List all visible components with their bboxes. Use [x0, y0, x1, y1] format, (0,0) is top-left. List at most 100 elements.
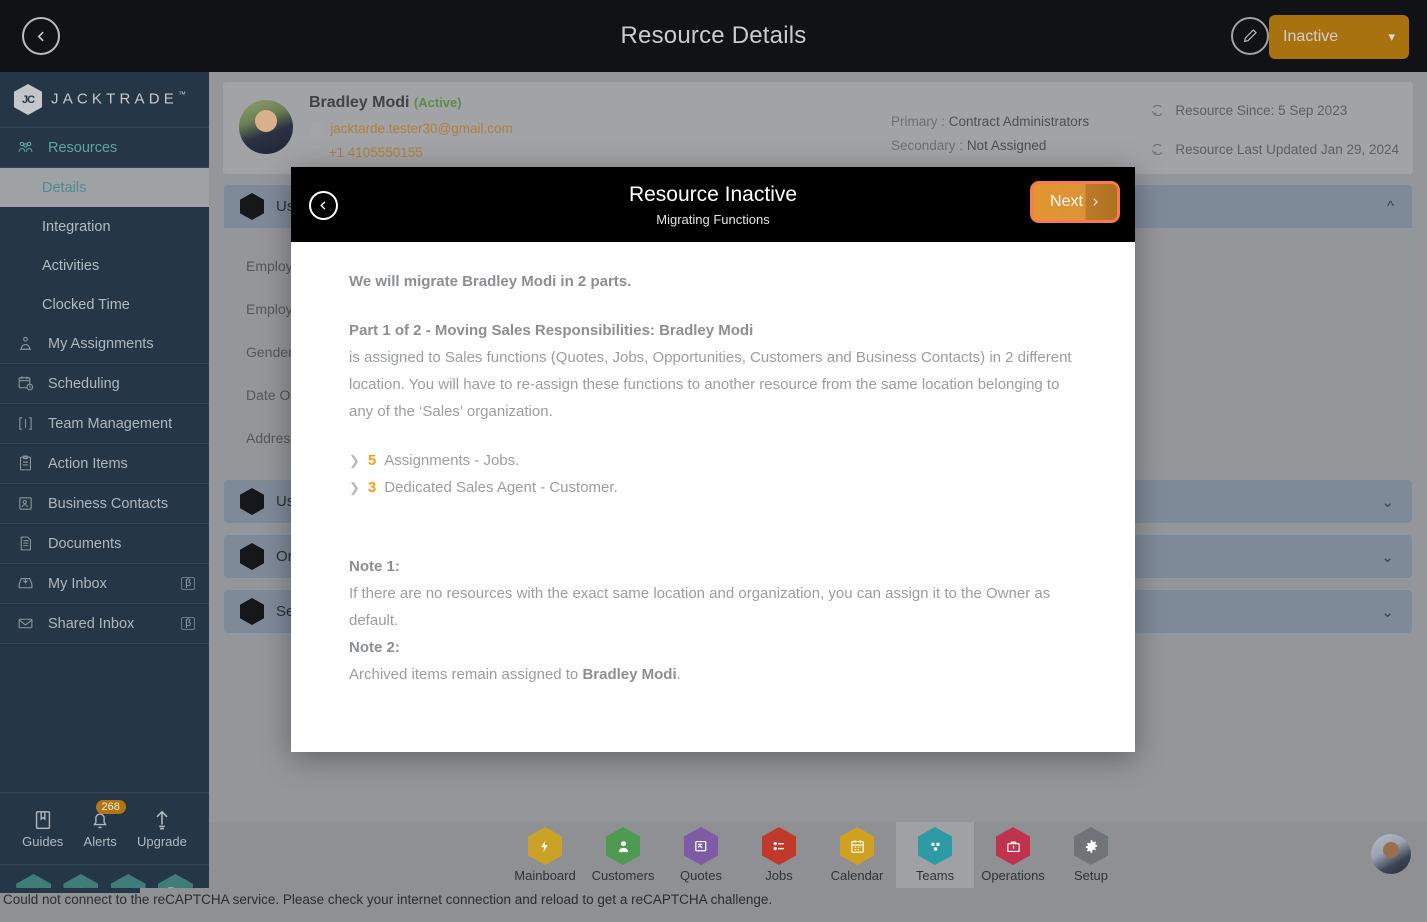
- bottom-nav-label: Setup: [1074, 868, 1108, 883]
- tool-label: Alerts: [83, 833, 117, 849]
- page-title: Resource Details: [620, 22, 807, 49]
- sidebar-item-business-contacts[interactable]: Business Contacts: [0, 484, 209, 524]
- brand-tm: ™: [177, 90, 186, 100]
- sidebar-spacer: [0, 644, 209, 793]
- next-button[interactable]: Next: [1030, 181, 1120, 223]
- chevron-up-icon[interactable]: ^: [1387, 198, 1394, 215]
- sidebar-item-integration[interactable]: Integration: [0, 207, 209, 246]
- modal-title-block: Resource Inactive Migrating Functions: [629, 183, 797, 227]
- secondary-value: Not Assigned: [966, 138, 1047, 153]
- resource-header-card: Bradley Modi (Active) @ jacktarde.tester…: [223, 82, 1413, 174]
- chevron-down-icon[interactable]: ⌄: [1381, 548, 1394, 566]
- operations-icon: [996, 827, 1030, 865]
- sidebar-item-label: Action Items: [48, 455, 128, 472]
- modal-subtitle: Migrating Functions: [656, 211, 770, 227]
- guides-button[interactable]: Guides: [22, 809, 63, 849]
- bottom-nav-jobs[interactable]: Jobs: [740, 822, 818, 888]
- primary-label: Primary :: [891, 114, 945, 129]
- bottom-nav-label: Operations: [981, 868, 1045, 883]
- bottom-nav-mainboard[interactable]: Mainboard: [506, 822, 584, 888]
- sidebar-item-documents[interactable]: Documents: [0, 524, 209, 564]
- upgrade-button[interactable]: Upgrade: [137, 809, 187, 849]
- sidebar-item-team-management[interactable]: Team Management: [0, 404, 209, 444]
- modal-link-row[interactable]: ❯ 5 Assignments - Jobs.: [349, 447, 1077, 474]
- bottom-nav-quotes[interactable]: Quotes: [662, 822, 740, 888]
- modal-body: We will migrate Bradley Modi in 2 parts.…: [291, 242, 1135, 752]
- at-icon: @: [309, 120, 324, 136]
- sidebar-tools: Guides 268 Alerts Upgrade: [0, 793, 209, 865]
- sidebar-item-action-items[interactable]: Action Items: [0, 444, 209, 484]
- setup-icon: [1074, 827, 1108, 865]
- sidebar-item-label: Resources: [48, 139, 118, 156]
- user-avatar[interactable]: [1371, 834, 1411, 874]
- sidebar: JC JACKTRADE™ Resources Details Integrat…: [0, 72, 209, 922]
- modal-intro: We will migrate Bradley Modi in 2 parts.: [349, 273, 632, 290]
- inbox-down-icon: [14, 575, 36, 592]
- bottom-nav-customers[interactable]: Customers: [584, 822, 662, 888]
- top-header: Resource Details Inactive ▾: [0, 0, 1427, 72]
- modal-link-row[interactable]: ❯ 3 Dedicated Sales Agent - Customer.: [349, 474, 1077, 501]
- calendar-icon: [840, 827, 874, 865]
- chevron-down-icon[interactable]: ⌄: [1381, 493, 1394, 511]
- sidebar-item-details[interactable]: Details: [0, 168, 209, 207]
- bottom-nav-label: Teams: [915, 868, 955, 883]
- chevron-right-icon: ❯: [349, 453, 360, 468]
- sidebar-item-activities[interactable]: Activities: [0, 246, 209, 285]
- bottom-nav-label: Jobs: [765, 868, 793, 883]
- next-button-label: Next: [1050, 193, 1083, 210]
- phone-icon: ☐: [309, 144, 322, 160]
- resource-primary-row: Primary : Contract Administrators: [891, 110, 1089, 134]
- brand-logo: JC JACKTRADE™: [0, 72, 209, 128]
- edit-button[interactable]: [1231, 17, 1269, 55]
- chevron-down-icon[interactable]: ⌄: [1381, 603, 1394, 621]
- alerts-button[interactable]: 268 Alerts: [83, 799, 126, 849]
- bottom-nav-operations[interactable]: Operations: [974, 822, 1052, 888]
- bottom-nav-calendar[interactable]: Calendar: [818, 822, 896, 888]
- beta-badge: β: [181, 617, 195, 630]
- note2-body: Archived items remain assigned to Bradle…: [349, 661, 1077, 688]
- book-icon: [35, 810, 50, 829]
- refresh-icon: [1152, 104, 1163, 117]
- note2-body-post: .: [676, 666, 681, 683]
- modal-link-text: Assignments - Jobs.: [384, 452, 520, 469]
- sidebar-item-my-inbox[interactable]: My Inbox β: [0, 564, 209, 604]
- primary-value: Contract Administrators: [948, 114, 1090, 129]
- modal-part-body: is assigned to Sales functions (Quotes, …: [349, 349, 1072, 420]
- bottom-nav-teams[interactable]: Teams: [896, 822, 974, 888]
- brand-mark: JC: [21, 93, 35, 106]
- sidebar-item-label: Scheduling: [48, 375, 120, 392]
- sidebar-item-scheduling[interactable]: Scheduling: [0, 364, 209, 404]
- sidebar-item-label: Team Management: [48, 415, 173, 432]
- sidebar-item-clocked-time[interactable]: Clocked Time: [0, 285, 209, 324]
- status-bar: Could not connect to the reCAPTCHA servi…: [0, 888, 1427, 922]
- app-root: Resource Details Inactive ▾ JC JACKTRADE…: [0, 0, 1427, 922]
- sidebar-item-label: My Assignments: [48, 335, 154, 352]
- sidebar-item-label: Details: [42, 179, 87, 196]
- beta-badge: β: [181, 577, 195, 590]
- modal-back-button[interactable]: [309, 191, 338, 220]
- resource-since-text: Resource Since: 5 Sep 2023: [1175, 103, 1348, 118]
- bottom-nav-setup[interactable]: Setup: [1052, 822, 1130, 888]
- resource-name: Bradley Modi: [309, 94, 410, 111]
- resource-since-row: Resource Since: 5 Sep 2023: [1149, 102, 1399, 119]
- panel-hex-icon: [240, 598, 264, 625]
- sidebar-item-label: My Inbox: [48, 575, 107, 592]
- resource-dates: Resource Since: 5 Sep 2023 Resource Last…: [1149, 102, 1399, 158]
- note2-body-pre: Archived items remain assigned to: [349, 666, 583, 683]
- resources-icon: [14, 139, 36, 156]
- bottom-nav-items: Mainboard Customers Quotes Jobs Calendar…: [506, 822, 1130, 888]
- sidebar-item-my-assignments[interactable]: My Assignments: [0, 324, 209, 364]
- status-bar-message: Could not connect to the reCAPTCHA servi…: [3, 892, 773, 907]
- jobs-icon: [762, 827, 796, 865]
- assignments-icon: [14, 335, 36, 352]
- status-dropdown[interactable]: Inactive ▾: [1269, 15, 1409, 59]
- sidebar-item-label: Business Contacts: [48, 495, 169, 512]
- modal-link-count: 5: [367, 452, 377, 469]
- document-icon: [14, 535, 36, 552]
- resource-inactive-modal: Resource Inactive Migrating Functions Ne…: [291, 167, 1135, 752]
- sidebar-item-resources[interactable]: Resources: [0, 128, 209, 168]
- sidebar-item-shared-inbox[interactable]: Shared Inbox β: [0, 604, 209, 644]
- chevron-left-icon: [320, 201, 326, 210]
